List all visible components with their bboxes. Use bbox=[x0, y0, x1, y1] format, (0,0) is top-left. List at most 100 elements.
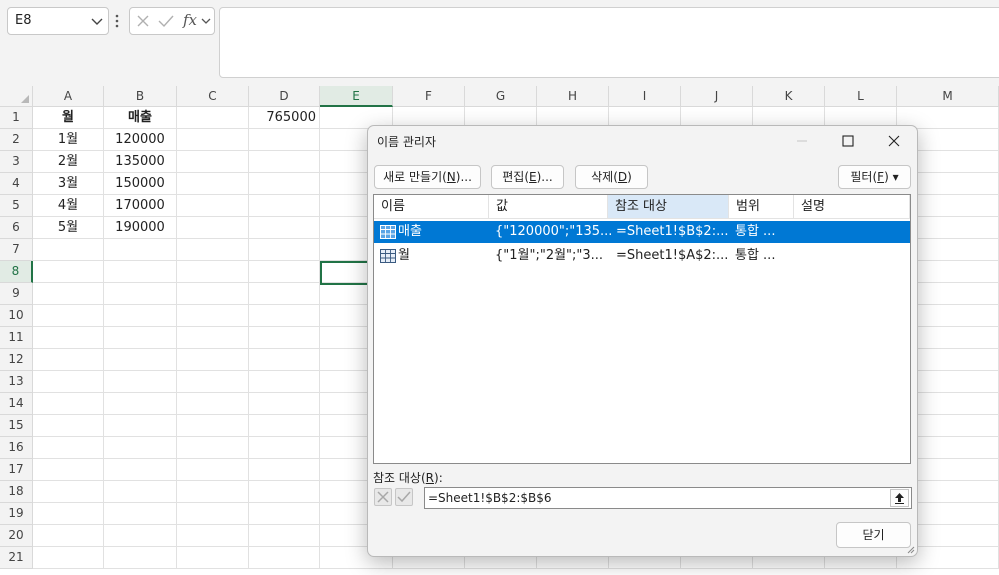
cell-c4[interactable] bbox=[177, 173, 249, 195]
cell-b6[interactable]: 190000 bbox=[104, 217, 177, 239]
column-header-h[interactable]: H bbox=[537, 86, 609, 107]
column-header-d[interactable]: D bbox=[249, 86, 320, 107]
cancel-icon[interactable] bbox=[136, 14, 150, 28]
cell-b18[interactable] bbox=[104, 481, 177, 503]
cell-a17[interactable] bbox=[33, 459, 104, 481]
row-header-1[interactable]: 1 bbox=[0, 107, 33, 129]
names-list[interactable]: 이름 값 참조 대상 범위 설명 매출 {"120000";"135... =Sheet1!… bbox=[373, 194, 911, 464]
cell-a19[interactable] bbox=[33, 503, 104, 525]
column-header-f[interactable]: F bbox=[393, 86, 465, 107]
cell-d5[interactable] bbox=[249, 195, 320, 217]
cell-a7[interactable] bbox=[33, 239, 104, 261]
collapse-dialog-button[interactable] bbox=[890, 489, 909, 507]
cell-c20[interactable] bbox=[177, 525, 249, 547]
cell-b17[interactable] bbox=[104, 459, 177, 481]
column-header-j[interactable]: J bbox=[681, 86, 753, 107]
column-header-b[interactable]: B bbox=[104, 86, 177, 107]
cell-b19[interactable] bbox=[104, 503, 177, 525]
row-header-21[interactable]: 21 bbox=[0, 547, 33, 569]
resize-grip-icon[interactable] bbox=[905, 544, 915, 554]
row-header-9[interactable]: 9 bbox=[0, 283, 33, 305]
row-header-8[interactable]: 8 bbox=[0, 261, 33, 283]
row-header-14[interactable]: 14 bbox=[0, 393, 33, 415]
cell-c5[interactable] bbox=[177, 195, 249, 217]
formula-input[interactable] bbox=[219, 7, 999, 78]
cell-a20[interactable] bbox=[33, 525, 104, 547]
cell-c17[interactable] bbox=[177, 459, 249, 481]
name-box[interactable]: E8 bbox=[7, 7, 109, 35]
row-header-13[interactable]: 13 bbox=[0, 371, 33, 393]
cell-b7[interactable] bbox=[104, 239, 177, 261]
chevron-down-icon[interactable] bbox=[200, 14, 212, 28]
cell-c15[interactable] bbox=[177, 415, 249, 437]
chevron-down-icon[interactable] bbox=[90, 12, 104, 30]
select-all-corner[interactable] bbox=[0, 86, 33, 107]
enter-check-icon[interactable] bbox=[158, 14, 174, 28]
cell-c16[interactable] bbox=[177, 437, 249, 459]
refers-to-input[interactable]: =Sheet1!$B$2:$B$6 bbox=[424, 487, 912, 509]
cell-c1[interactable] bbox=[177, 107, 249, 129]
cell-b1[interactable]: 매출 bbox=[104, 107, 177, 129]
cell-b10[interactable] bbox=[104, 305, 177, 327]
row-header-15[interactable]: 15 bbox=[0, 415, 33, 437]
cell-c19[interactable] bbox=[177, 503, 249, 525]
cell-d4[interactable] bbox=[249, 173, 320, 195]
cell-b5[interactable]: 170000 bbox=[104, 195, 177, 217]
cell-b20[interactable] bbox=[104, 525, 177, 547]
minimize-button[interactable] bbox=[779, 126, 825, 156]
cell-d10[interactable] bbox=[249, 305, 320, 327]
cell-d15[interactable] bbox=[249, 415, 320, 437]
new-name-button[interactable]: 새로 만들기(N)... bbox=[374, 165, 481, 189]
row-header-4[interactable]: 4 bbox=[0, 173, 33, 195]
list-item[interactable]: 월 {"1월";"2월";"3... =Sheet1!$A$2:... 통합 ... bbox=[374, 245, 910, 267]
column-header-i[interactable]: I bbox=[609, 86, 681, 107]
cell-a8[interactable] bbox=[33, 261, 104, 283]
cell-a4[interactable]: 3월 bbox=[33, 173, 104, 195]
row-header-16[interactable]: 16 bbox=[0, 437, 33, 459]
column-header-g[interactable]: G bbox=[465, 86, 537, 107]
cell-d3[interactable] bbox=[249, 151, 320, 173]
filter-button[interactable]: 필터(F) ▾ bbox=[838, 165, 911, 189]
cell-b13[interactable] bbox=[104, 371, 177, 393]
cell-c3[interactable] bbox=[177, 151, 249, 173]
row-header-2[interactable]: 2 bbox=[0, 129, 33, 151]
cell-c11[interactable] bbox=[177, 327, 249, 349]
cell-a3[interactable]: 2월 bbox=[33, 151, 104, 173]
list-header-2[interactable]: 참조 대상 bbox=[608, 195, 729, 219]
more-options-icon[interactable] bbox=[114, 12, 120, 30]
cell-b12[interactable] bbox=[104, 349, 177, 371]
cell-c2[interactable] bbox=[177, 129, 249, 151]
cell-b16[interactable] bbox=[104, 437, 177, 459]
close-button[interactable]: 닫기 bbox=[836, 522, 911, 548]
cell-c7[interactable] bbox=[177, 239, 249, 261]
cell-d14[interactable] bbox=[249, 393, 320, 415]
column-header-k[interactable]: K bbox=[753, 86, 825, 107]
list-item[interactable]: 매출 {"120000";"135... =Sheet1!$B$2:... 통합 ..… bbox=[374, 221, 910, 243]
cell-b21[interactable] bbox=[104, 547, 177, 569]
row-header-3[interactable]: 3 bbox=[0, 151, 33, 173]
cell-a16[interactable] bbox=[33, 437, 104, 459]
cell-d2[interactable] bbox=[249, 129, 320, 151]
row-header-5[interactable]: 5 bbox=[0, 195, 33, 217]
insert-function-icon[interactable]: fx bbox=[183, 11, 197, 29]
cell-c13[interactable] bbox=[177, 371, 249, 393]
cell-c18[interactable] bbox=[177, 481, 249, 503]
cell-b14[interactable] bbox=[104, 393, 177, 415]
cell-d20[interactable] bbox=[249, 525, 320, 547]
row-header-12[interactable]: 12 bbox=[0, 349, 33, 371]
cell-a11[interactable] bbox=[33, 327, 104, 349]
cell-a12[interactable] bbox=[33, 349, 104, 371]
cell-d11[interactable] bbox=[249, 327, 320, 349]
column-header-m[interactable]: M bbox=[897, 86, 999, 107]
column-header-a[interactable]: A bbox=[33, 86, 104, 107]
cell-b9[interactable] bbox=[104, 283, 177, 305]
delete-button[interactable]: 삭제(D) bbox=[575, 165, 648, 189]
cell-a5[interactable]: 4월 bbox=[33, 195, 104, 217]
cell-a14[interactable] bbox=[33, 393, 104, 415]
confirm-ref-button[interactable] bbox=[395, 488, 413, 506]
close-window-button[interactable] bbox=[871, 126, 917, 156]
cell-d12[interactable] bbox=[249, 349, 320, 371]
row-header-19[interactable]: 19 bbox=[0, 503, 33, 525]
cell-a13[interactable] bbox=[33, 371, 104, 393]
cell-c9[interactable] bbox=[177, 283, 249, 305]
